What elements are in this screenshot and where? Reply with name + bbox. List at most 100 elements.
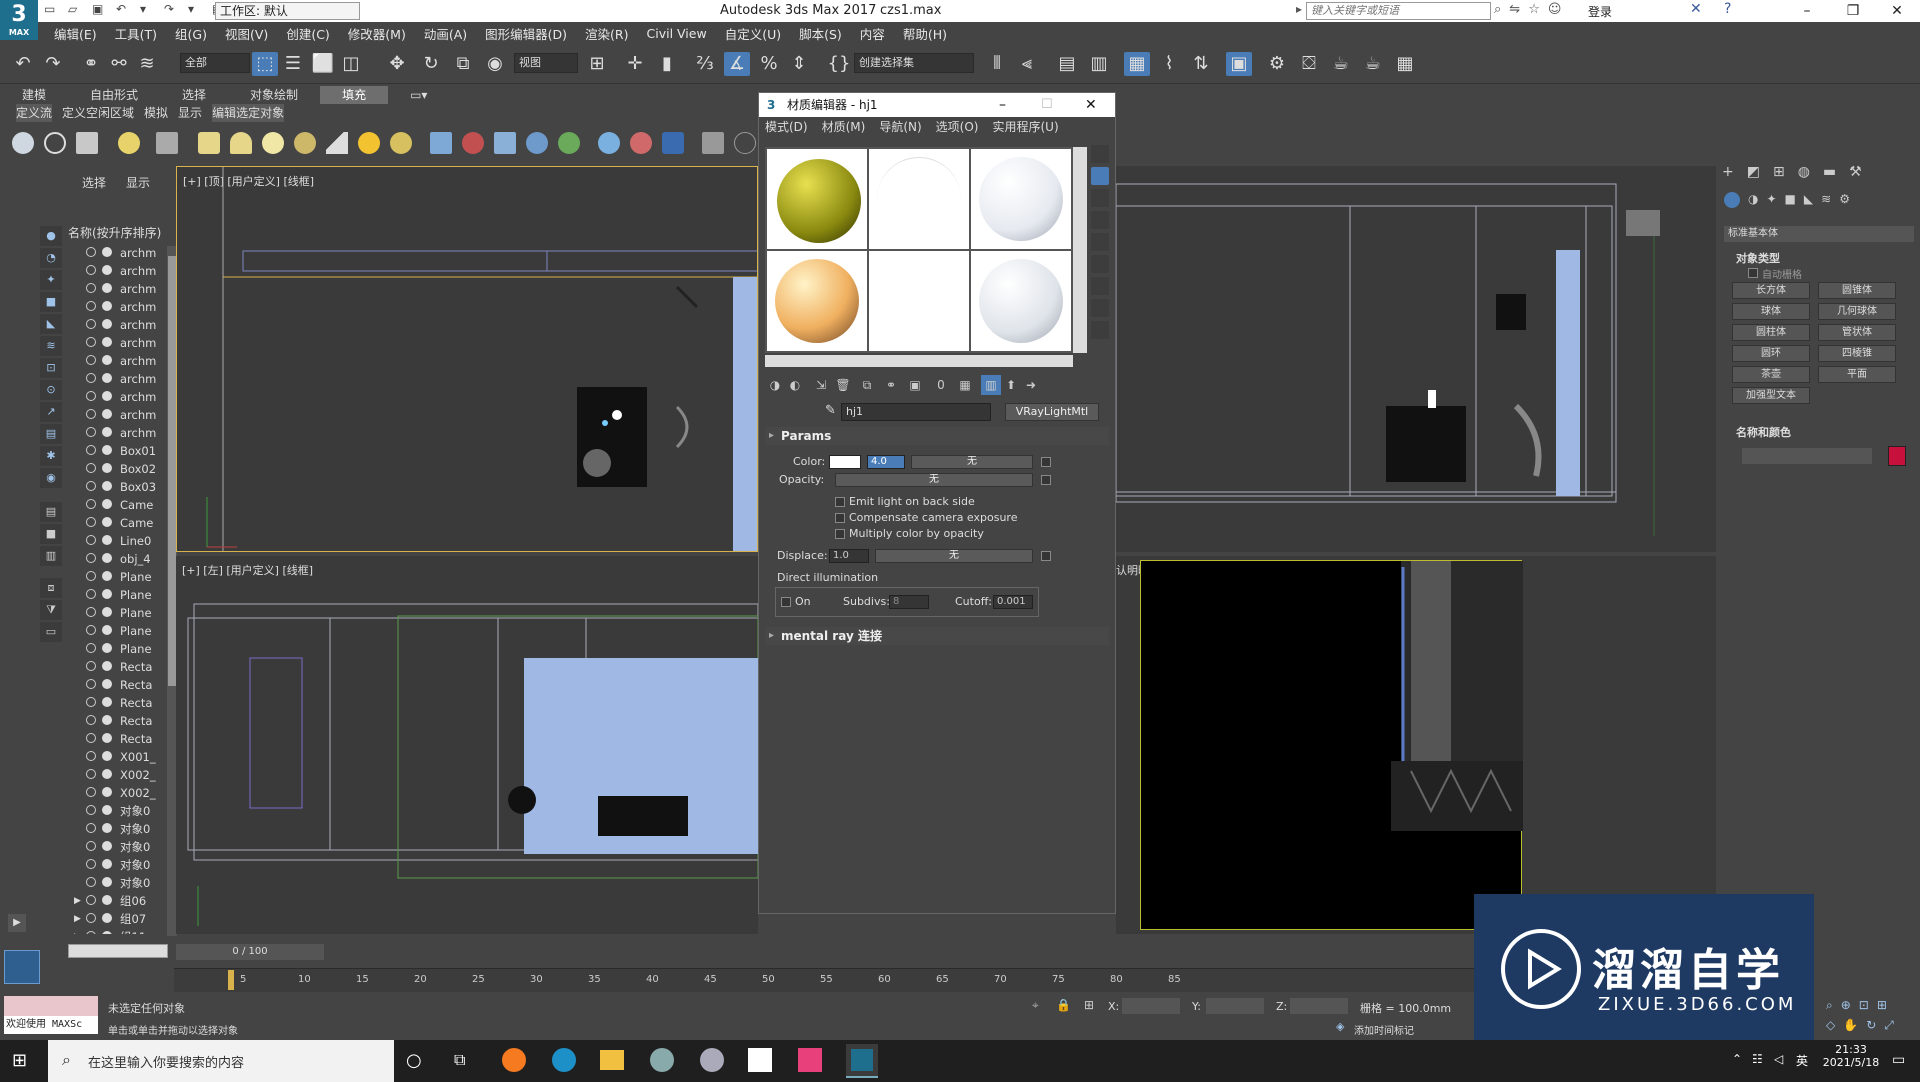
visibility-eye-icon[interactable] [86, 247, 96, 257]
light-bulb-icon[interactable] [118, 132, 140, 154]
teapot-icon[interactable] [12, 132, 34, 154]
scene-list-item[interactable]: archm [64, 406, 168, 424]
color-dots-icon[interactable] [630, 132, 652, 154]
scene-list-item[interactable]: ▶ 组07 [64, 910, 168, 928]
material-navigator-icon[interactable] [1091, 321, 1109, 339]
show-end-result-icon[interactable]: ▥ [981, 375, 1001, 395]
scene-list-item[interactable]: 对象0 [64, 874, 168, 892]
edit-named-selection-icon[interactable]: {} [826, 52, 852, 76]
scene-list-item[interactable]: Box01 [64, 442, 168, 460]
displace-map-button[interactable]: 无 [875, 549, 1033, 563]
cone-button[interactable]: 圆锥体 [1818, 282, 1896, 299]
task-view-icon[interactable]: ⧉ [454, 1050, 465, 1070]
scene-list-item[interactable]: archm [64, 424, 168, 442]
explorer-hscrollbar[interactable] [68, 944, 168, 958]
slots-hscrollbar[interactable] [765, 355, 1073, 367]
sample-slot[interactable] [971, 149, 1071, 249]
unlink-icon[interactable]: ⚯ [106, 52, 132, 76]
render-in-cloud-icon[interactable]: ▦ [1392, 52, 1418, 76]
geosphere-button[interactable]: 几何球体 [1818, 303, 1896, 320]
menu-scripting[interactable]: 脚本(S) [799, 24, 842, 43]
login-link[interactable]: 登录 [1588, 3, 1612, 20]
add-time-tag[interactable]: 添加时间标记 [1354, 1022, 1414, 1037]
maxscript-input[interactable]: 欢迎使用 MAXSc [4, 1016, 98, 1034]
menu-graph-editors[interactable]: 图形编辑器(D) [485, 24, 567, 43]
menu-civil-view[interactable]: Civil View [647, 26, 707, 41]
visibility-eye-icon[interactable] [86, 463, 96, 473]
curve-editor-icon[interactable]: ⌇ [1156, 52, 1182, 76]
display-tab-icon[interactable]: ▬ [1823, 164, 1836, 180]
scene-list-item[interactable]: Plane [64, 640, 168, 658]
visibility-eye-icon[interactable] [86, 337, 96, 347]
render-setup-icon[interactable]: ⚙ [1264, 52, 1290, 76]
particle-icon[interactable] [430, 132, 452, 154]
minimize-icon[interactable]: – [1784, 0, 1830, 22]
fov-icon[interactable]: ◇ [1826, 1018, 1835, 1033]
network-icon[interactable]: ☷ [1752, 1052, 1763, 1066]
name-color-header[interactable]: 名称和颜色 [1724, 424, 1791, 440]
render-icon[interactable] [662, 132, 684, 154]
toggle-ribbon-icon[interactable]: ▥ [1086, 52, 1112, 76]
visibility-eye-icon[interactable] [86, 535, 96, 545]
spacewarps-icon[interactable]: ≋ [1821, 192, 1831, 208]
get-material-icon[interactable]: ◑ [765, 375, 785, 395]
search-input[interactable]: 键入关键字或短语 [1306, 2, 1491, 20]
define-idle-areas-button[interactable]: 定义空闲区域 [62, 104, 134, 122]
clock[interactable]: 21:33 2021/5/18 [1816, 1043, 1886, 1069]
sample-slot[interactable] [767, 251, 867, 351]
3dsmax-taskbar-icon[interactable] [846, 1044, 878, 1078]
displace-spinner[interactable]: 1.0 [829, 549, 869, 563]
menu-modifiers[interactable]: 修改器(M) [348, 24, 406, 43]
scene-list-item[interactable]: X001_ [64, 748, 168, 766]
visibility-eye-icon[interactable] [86, 553, 96, 563]
scene-list-item[interactable]: Plane [64, 622, 168, 640]
cameras-icon[interactable]: ■ [1785, 192, 1796, 208]
sample-slot[interactable] [767, 149, 867, 249]
windows-start-icon[interactable]: ⊞ [12, 1050, 27, 1071]
box-button[interactable]: 长方体 [1732, 282, 1810, 299]
eyedropper-icon[interactable]: ✎ [825, 403, 836, 418]
dropdown-icon[interactable]: ▾ [188, 2, 202, 18]
menu-modes[interactable]: 模式(D) [765, 117, 808, 137]
box-icon[interactable] [198, 132, 220, 154]
visibility-eye-icon[interactable] [86, 517, 96, 527]
scene-list-item[interactable]: X002_ [64, 766, 168, 784]
visibility-eye-icon[interactable] [86, 391, 96, 401]
visibility-eye-icon[interactable] [86, 913, 96, 923]
compensate-checkbox[interactable] [835, 513, 845, 523]
notepad-icon[interactable] [748, 1048, 772, 1072]
menu-utilities[interactable]: 实用程序(U) [992, 117, 1058, 137]
z-coordinate-field[interactable] [1290, 998, 1348, 1014]
tab-freeform[interactable]: 自由形式 [68, 86, 160, 104]
expand-arrow-icon[interactable]: ▶ [74, 928, 81, 934]
tab-populate[interactable]: 填充 [320, 86, 389, 104]
scene-list-item[interactable]: Plane [64, 568, 168, 586]
firefox-icon[interactable] [502, 1048, 526, 1072]
sun-icon[interactable] [358, 132, 380, 154]
menu-content[interactable]: 内容 [860, 24, 885, 43]
select-by-name-icon[interactable]: ☰ [280, 52, 306, 76]
close-icon[interactable]: ✕ [1085, 93, 1097, 117]
sample-slot[interactable] [971, 251, 1071, 351]
scene-list-item[interactable]: 对象0 [64, 838, 168, 856]
utilities-tab-icon[interactable]: ⚒ [1849, 164, 1862, 180]
render-production-icon[interactable]: ☕ [1328, 52, 1354, 76]
volume-icon[interactable]: ◁ [1774, 1052, 1783, 1066]
visibility-eye-icon[interactable] [86, 571, 96, 581]
schematic-view-icon[interactable]: ⇅ [1188, 52, 1214, 76]
params-rollout-header[interactable]: Params [765, 427, 1109, 445]
bone-filter-icon[interactable]: ↗ [40, 402, 62, 422]
menu-rendering[interactable]: 渲染(R) [585, 24, 628, 43]
bind-space-warp-icon[interactable]: ≋ [134, 52, 160, 76]
visibility-eye-icon[interactable] [86, 769, 96, 779]
undo-icon[interactable]: ↶ [10, 52, 36, 76]
select-object-icon[interactable]: ⬚ [252, 52, 278, 76]
direct-on-checkbox[interactable] [781, 597, 791, 607]
helpers-icon[interactable]: ◣ [1804, 192, 1813, 208]
menu-material[interactable]: 材质(M) [822, 117, 866, 137]
keyboard-shortcut-override-icon[interactable]: ▮ [654, 52, 680, 76]
sphere-light-icon[interactable] [390, 132, 412, 154]
time-tag-icon[interactable]: ◈ [1336, 1020, 1344, 1033]
reference-coordinate-dropdown[interactable]: 视图 [514, 53, 578, 73]
angle-snap-icon[interactable]: ∡ [724, 52, 750, 76]
